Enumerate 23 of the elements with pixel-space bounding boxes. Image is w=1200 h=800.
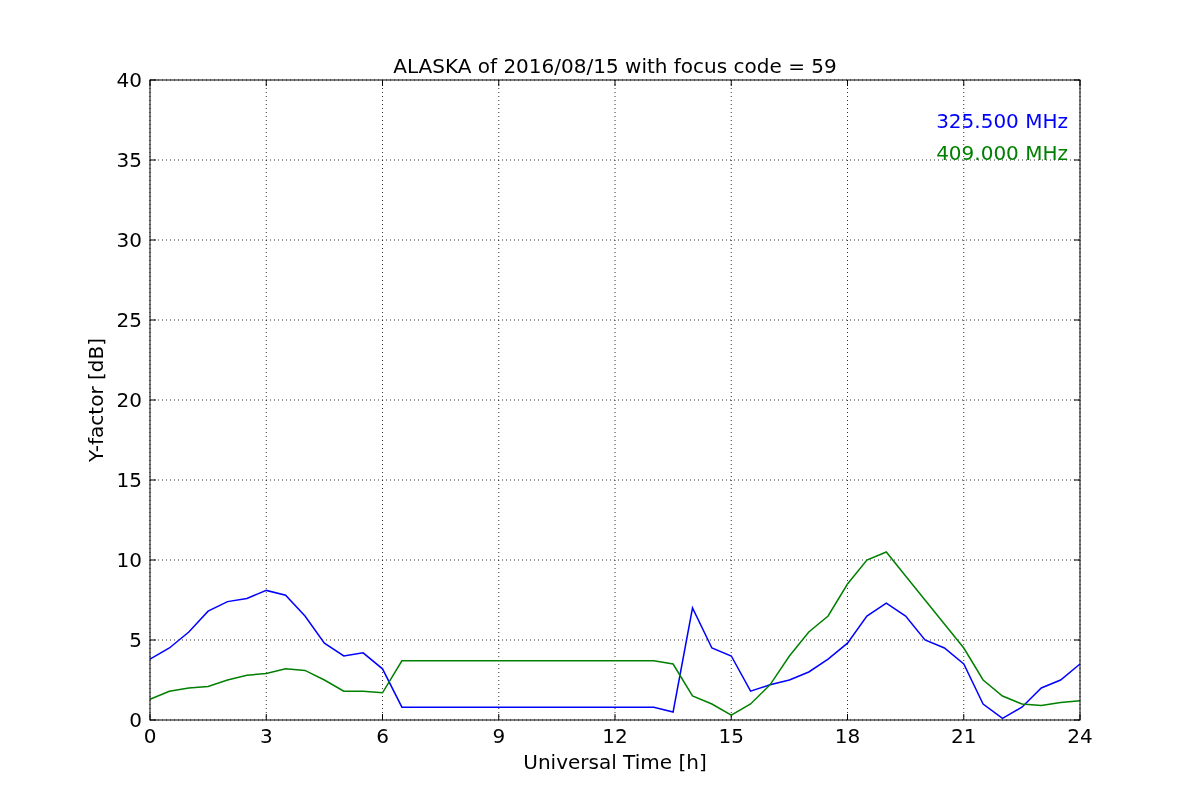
y-tick-label: 5 xyxy=(129,628,142,652)
x-tick-label: 21 xyxy=(951,724,977,748)
y-tick-label: 25 xyxy=(116,308,142,332)
x-tick-label: 6 xyxy=(376,724,389,748)
y-tick-label: 20 xyxy=(116,388,142,412)
x-tick-label: 9 xyxy=(492,724,506,748)
y-tick-label: 0 xyxy=(129,708,142,732)
y-axis-label: Y-factor [dB] xyxy=(84,338,108,462)
legend-label: 409.000 MHz xyxy=(936,141,1068,165)
y-tick-label: 10 xyxy=(116,548,142,572)
y-tick-label: 35 xyxy=(116,148,142,172)
x-tick-label: 24 xyxy=(1067,724,1093,748)
x-tick-label: 12 xyxy=(602,724,628,748)
x-tick-label: 15 xyxy=(718,724,744,748)
chart-title: ALASKA of 2016/08/15 with focus code = 59 xyxy=(393,54,837,78)
x-tick-label: 3 xyxy=(259,724,273,748)
legend-label: 325.500 MHz xyxy=(936,109,1068,133)
y-tick-label: 30 xyxy=(116,228,142,252)
x-axis-label: Universal Time [h] xyxy=(523,750,707,774)
y-tick-label: 15 xyxy=(116,468,142,492)
x-tick-label: 0 xyxy=(143,724,157,748)
x-tick-label: 18 xyxy=(834,724,861,748)
y-tick-label: 40 xyxy=(116,68,142,92)
